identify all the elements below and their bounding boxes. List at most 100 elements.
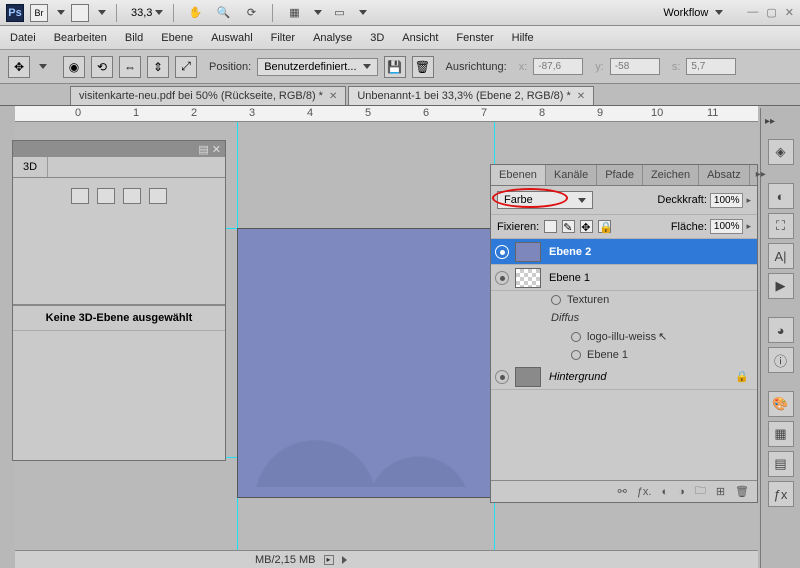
visibility-toggle-icon[interactable] bbox=[495, 271, 509, 285]
mask-icon[interactable]: ◐ bbox=[662, 486, 669, 498]
menu-bearbeiten[interactable]: Bearbeiten bbox=[54, 32, 107, 44]
bridge-icon[interactable]: Br bbox=[30, 4, 48, 22]
3d-materials-icon[interactable] bbox=[123, 188, 141, 204]
menu-filter[interactable]: Filter bbox=[271, 32, 295, 44]
layer-sublabel[interactable]: Diffus bbox=[491, 309, 757, 327]
3d-lights-icon[interactable] bbox=[149, 188, 167, 204]
color-dock-icon[interactable]: ◕ bbox=[768, 317, 794, 343]
menu-ansicht[interactable]: Ansicht bbox=[402, 32, 438, 44]
new-layer-icon[interactable]: ⊞ bbox=[716, 485, 725, 498]
layer-sublabel[interactable]: Texturen bbox=[491, 291, 757, 309]
horizontal-ruler: 01 23 45 67 89 1011 12 bbox=[15, 106, 758, 122]
menu-3d[interactable]: 3D bbox=[370, 32, 384, 44]
menu-analyse[interactable]: Analyse bbox=[313, 32, 352, 44]
x-field[interactable]: -87,6 bbox=[533, 58, 583, 75]
visibility-toggle-icon[interactable] bbox=[571, 350, 581, 360]
layer-thumbnail[interactable] bbox=[515, 367, 541, 387]
zoom3d-icon[interactable]: ⤢ bbox=[175, 56, 197, 78]
layer-sublabel[interactable]: Ebene 1 bbox=[491, 346, 757, 364]
arrange-docs-icon[interactable]: ▦ bbox=[283, 3, 305, 23]
pan-icon[interactable]: ⇔ bbox=[119, 56, 141, 78]
layer-row[interactable]: Ebene 1 bbox=[491, 265, 757, 291]
lock-all-icon[interactable]: 🔒 bbox=[598, 220, 611, 233]
menu-bild[interactable]: Bild bbox=[125, 32, 143, 44]
tab-pfade[interactable]: Pfade bbox=[597, 165, 643, 185]
lock-position-icon[interactable]: ✥ bbox=[580, 220, 593, 233]
visibility-toggle-icon[interactable] bbox=[495, 370, 509, 384]
opacity-field[interactable]: 100% bbox=[710, 193, 744, 208]
info-dock-icon[interactable]: ⓘ bbox=[768, 347, 794, 373]
tab-absatz[interactable]: Absatz bbox=[699, 165, 750, 185]
close-tab-icon[interactable]: ✕ bbox=[577, 91, 585, 102]
tab-ebenen[interactable]: Ebenen bbox=[491, 165, 546, 185]
rotate-view-icon[interactable]: ⟳ bbox=[240, 3, 262, 23]
fx-icon[interactable]: ƒx. bbox=[637, 486, 652, 498]
layers-dock-icon[interactable]: ◈ bbox=[768, 139, 794, 165]
roll-icon[interactable]: ⟲ bbox=[91, 56, 113, 78]
zoom-level-dropdown[interactable]: 33,3 bbox=[131, 7, 163, 19]
zoom-tool-icon[interactable]: 🔍 bbox=[212, 3, 234, 23]
lock-label: Fixieren: bbox=[497, 221, 539, 233]
orbit-icon[interactable]: ◉ bbox=[63, 56, 85, 78]
actions-dock-icon[interactable]: ▶ bbox=[768, 273, 794, 299]
doc-tab-2[interactable]: Unbenannt-1 bei 33,3% (Ebene 2, RGB/8) *… bbox=[348, 86, 594, 105]
maximize-button[interactable]: ▢ bbox=[766, 6, 776, 19]
workspace-switcher[interactable]: Workflow bbox=[663, 7, 723, 19]
group-icon[interactable]: 🗀 bbox=[695, 482, 706, 501]
doc-tab-1[interactable]: visitenkarte-neu.pdf bei 50% (Rückseite,… bbox=[70, 86, 346, 105]
panel-menu-icon[interactable]: ▤ ✕ bbox=[198, 143, 221, 156]
tab-zeichen[interactable]: Zeichen bbox=[643, 165, 699, 185]
visibility-toggle-icon[interactable] bbox=[551, 295, 561, 305]
chevron-down-icon[interactable] bbox=[57, 10, 65, 15]
minimize-button[interactable]: — bbox=[747, 6, 758, 19]
adjustments-dock-icon[interactable]: ◐ bbox=[768, 183, 794, 209]
swatches-dock-icon[interactable]: 🎨 bbox=[768, 391, 794, 417]
menu-hilfe[interactable]: Hilfe bbox=[512, 32, 534, 44]
screen-mode-icon[interactable]: ▭ bbox=[328, 3, 350, 23]
character-dock-icon[interactable]: A| bbox=[768, 243, 794, 269]
styles-dock-icon[interactable]: ▦ bbox=[768, 421, 794, 447]
layer-sublabel[interactable]: logo-illu-weiss↖ bbox=[491, 327, 757, 346]
3d-mesh-icon[interactable] bbox=[97, 188, 115, 204]
navigator-dock-icon[interactable]: ⛶ bbox=[768, 213, 794, 239]
lock-transparency-icon[interactable] bbox=[544, 220, 557, 233]
walk-icon[interactable]: ⇕ bbox=[147, 56, 169, 78]
close-tab-icon[interactable]: ✕ bbox=[329, 91, 337, 102]
fill-field[interactable]: 100% bbox=[710, 219, 744, 234]
position-dropdown[interactable]: Benutzerdefiniert... bbox=[257, 58, 377, 76]
expand-dock-icon[interactable]: ▸▸ bbox=[765, 116, 775, 127]
hand-tool-icon[interactable]: ✋ bbox=[184, 3, 206, 23]
lock-pixels-icon[interactable]: ✎ bbox=[562, 220, 575, 233]
layer-thumbnail[interactable] bbox=[515, 242, 541, 262]
delete-layer-icon[interactable]: 🗑 bbox=[735, 485, 749, 498]
status-arrow-icon[interactable]: ▸ bbox=[324, 555, 334, 565]
y-field[interactable]: -58 bbox=[610, 58, 660, 75]
s-field[interactable]: 5,7 bbox=[686, 58, 736, 75]
save-preset-icon[interactable]: 💾 bbox=[384, 56, 406, 78]
panel-overflow-icon[interactable]: ▸▸ bbox=[750, 165, 772, 185]
menu-auswahl[interactable]: Auswahl bbox=[211, 32, 253, 44]
chevron-down-icon[interactable] bbox=[98, 10, 106, 15]
layer-row[interactable]: Hintergrund 🔒 bbox=[491, 364, 757, 390]
3d-panel: ▤ ✕ 3D Keine 3D-Ebene ausgewählt bbox=[12, 140, 226, 461]
blend-mode-dropdown[interactable]: Farbe bbox=[497, 191, 593, 209]
menu-ebene[interactable]: Ebene bbox=[161, 32, 193, 44]
layer-thumbnail[interactable] bbox=[515, 268, 541, 288]
close-button[interactable]: ✕ bbox=[785, 6, 794, 19]
menu-fenster[interactable]: Fenster bbox=[456, 32, 493, 44]
layer-row[interactable]: Ebene 2 bbox=[491, 239, 757, 265]
menu-datei[interactable]: Datei bbox=[10, 32, 36, 44]
link-layers-icon[interactable]: ⚯ bbox=[618, 485, 627, 498]
fx-dock-icon[interactable]: ƒx bbox=[768, 481, 794, 507]
visibility-toggle-icon[interactable] bbox=[495, 245, 509, 259]
filmstrip-icon[interactable] bbox=[71, 4, 89, 22]
3d-panel-tab[interactable]: 3D bbox=[13, 157, 48, 177]
history-dock-icon[interactable]: ▤ bbox=[768, 451, 794, 477]
adjustment-icon[interactable]: ◑ bbox=[678, 486, 685, 498]
visibility-toggle-icon[interactable] bbox=[571, 332, 581, 342]
delete-preset-icon[interactable]: 🗑 bbox=[412, 56, 434, 78]
lock-icon: 🔒 bbox=[735, 370, 749, 383]
tab-kanaele[interactable]: Kanäle bbox=[546, 165, 597, 185]
current-tool-icon[interactable]: ✥ bbox=[8, 56, 30, 78]
3d-scene-icon[interactable] bbox=[71, 188, 89, 204]
